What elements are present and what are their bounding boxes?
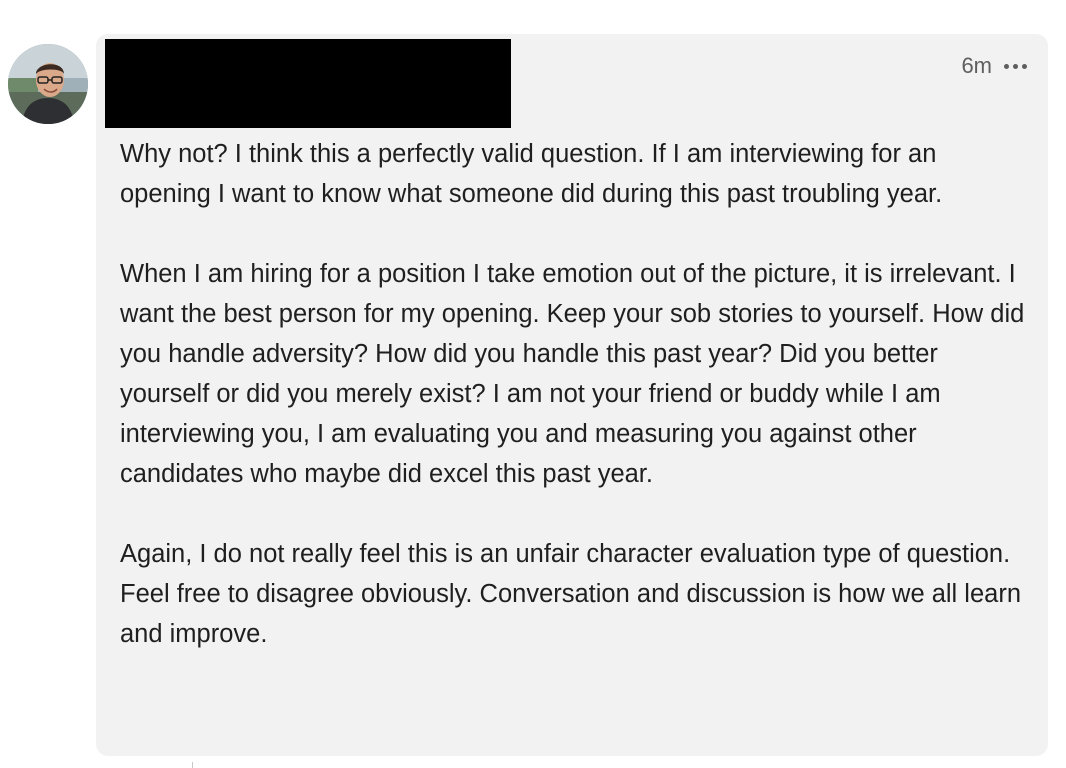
- comment-paragraph: Again, I do not really feel this is an u…: [120, 540, 1022, 648]
- comment-paragraph: When I am hiring for a position I take e…: [120, 260, 1025, 488]
- ellipsis-icon: [1021, 63, 1027, 69]
- profile-photo-icon: [8, 44, 88, 124]
- comment-timestamp: 6m: [961, 53, 992, 78]
- comment-paragraph: Why not? I think this a perfectly valid …: [120, 140, 943, 208]
- author-avatar[interactable]: [8, 44, 88, 124]
- more-options-button[interactable]: [1000, 52, 1030, 80]
- redacted-author-name: [105, 39, 511, 128]
- ellipsis-icon: [1003, 63, 1009, 69]
- thread-connector-line: [192, 762, 193, 768]
- ellipsis-icon: [1012, 63, 1018, 69]
- comment-view: 6m Why not? I think this a perfectly val…: [0, 0, 1066, 768]
- comment-body: Why not? I think this a perfectly valid …: [120, 134, 1030, 654]
